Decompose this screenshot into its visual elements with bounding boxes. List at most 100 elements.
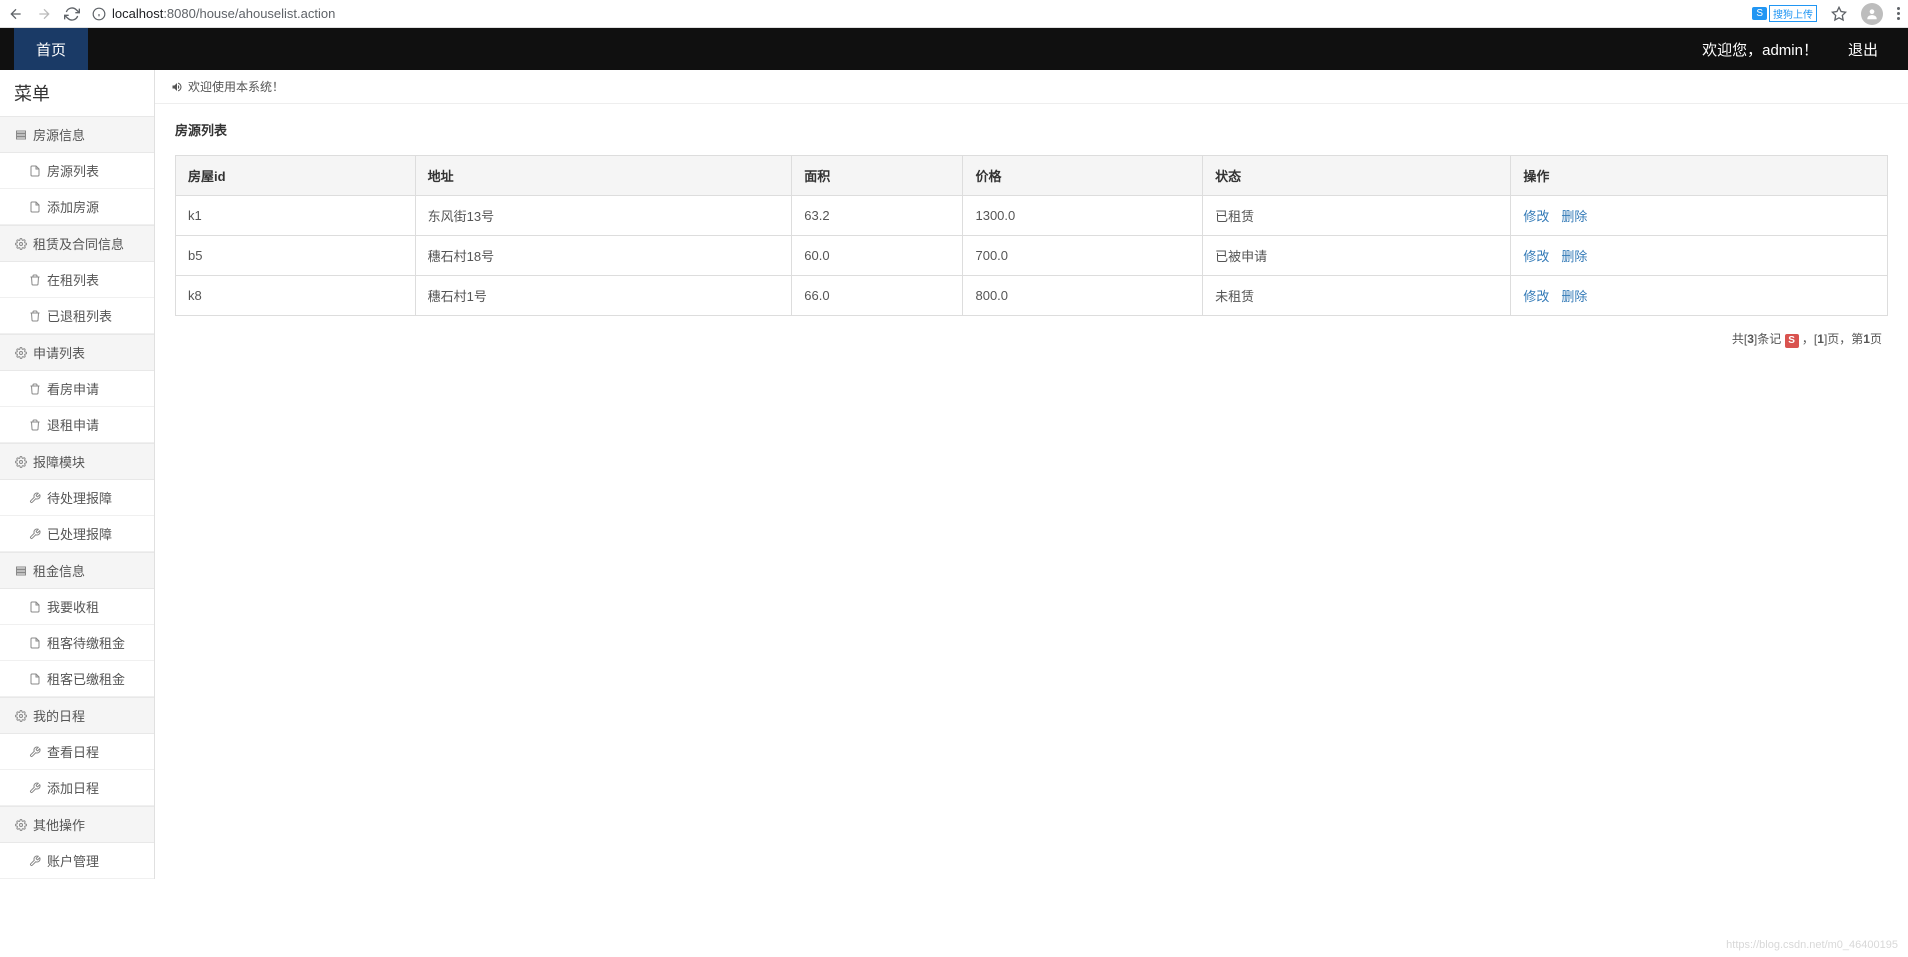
table-cell-actions: 修改删除 xyxy=(1511,236,1888,276)
welcome-message: 欢迎使用本系统！ xyxy=(188,78,284,95)
menu-item-label: 租客待缴租金 xyxy=(47,633,125,652)
menu-item[interactable]: 待处理报障 xyxy=(0,480,154,516)
trash-icon xyxy=(28,418,41,431)
menu-item[interactable]: 已退租列表 xyxy=(0,298,154,334)
info-icon xyxy=(92,7,106,21)
file-icon xyxy=(28,672,41,685)
table-header: 价格 xyxy=(963,156,1203,196)
menu-item-label: 在租列表 xyxy=(47,270,99,289)
menu-item[interactable]: 查看日程 xyxy=(0,734,154,770)
profile-avatar[interactable] xyxy=(1861,3,1883,25)
menu-item[interactable]: 看房申请 xyxy=(0,371,154,407)
menu-group[interactable]: 我的日程 xyxy=(0,697,154,734)
table-cell: 63.2 xyxy=(792,196,963,236)
table-cell: 800.0 xyxy=(963,276,1203,316)
pagination: 共[3]条记 S ，[1]页，第1页 xyxy=(175,316,1888,362)
sidebar-title: 菜单 xyxy=(0,70,154,116)
edit-link[interactable]: 修改 xyxy=(1523,209,1549,224)
menu-group[interactable]: 报障模块 xyxy=(0,443,154,480)
table-header: 面积 xyxy=(792,156,963,196)
table-row: b5穗石村18号60.0700.0已被申请修改删除 xyxy=(176,236,1888,276)
menu-item[interactable]: 在租列表 xyxy=(0,262,154,298)
menu-item[interactable]: 添加房源 xyxy=(0,189,154,225)
welcome-bar: 欢迎使用本系统！ xyxy=(155,70,1908,104)
table-cell: 66.0 xyxy=(792,276,963,316)
welcome-text: 欢迎您，admin！ xyxy=(1702,39,1818,60)
menu-group-label: 其他操作 xyxy=(33,815,85,834)
file-icon xyxy=(28,636,41,649)
wrench-icon xyxy=(28,781,41,794)
edit-link[interactable]: 修改 xyxy=(1523,249,1549,264)
back-button[interactable] xyxy=(8,6,24,22)
house-table: 房屋id地址面积价格状态操作 k1东风街13号63.21300.0已租赁修改删除… xyxy=(175,155,1888,316)
menu-item-label: 已退租列表 xyxy=(47,306,112,325)
menu-item-label: 租客已缴租金 xyxy=(47,669,125,688)
panel-title: 房源列表 xyxy=(175,120,1888,139)
menu-item[interactable]: 已处理报障 xyxy=(0,516,154,552)
table-cell: 已被申请 xyxy=(1203,236,1511,276)
delete-link[interactable]: 删除 xyxy=(1561,209,1587,224)
menu-item-label: 账户管理 xyxy=(47,851,99,870)
delete-link[interactable]: 删除 xyxy=(1561,289,1587,304)
reload-button[interactable] xyxy=(64,6,80,22)
menu-group[interactable]: 其他操作 xyxy=(0,806,154,843)
extension-badge[interactable]: S 搜狗上传 xyxy=(1752,5,1817,22)
list-icon xyxy=(14,564,27,577)
edit-link[interactable]: 修改 xyxy=(1523,289,1549,304)
bookmark-icon[interactable] xyxy=(1831,6,1847,22)
table-row: k8穗石村1号66.0800.0未租赁修改删除 xyxy=(176,276,1888,316)
pagination-badge: S xyxy=(1785,334,1799,348)
browser-toolbar: localhost:8080/house/ahouselist.action S… xyxy=(0,0,1908,28)
table-cell: k1 xyxy=(176,196,416,236)
menu-item[interactable]: 账户管理 xyxy=(0,843,154,879)
menu-group[interactable]: 租赁及合同信息 xyxy=(0,225,154,262)
gear-icon xyxy=(14,709,27,722)
table-cell-actions: 修改删除 xyxy=(1511,196,1888,236)
menu-item-label: 添加日程 xyxy=(47,778,99,797)
trash-icon xyxy=(28,309,41,322)
menu-item-label: 查看日程 xyxy=(47,742,99,761)
menu-item-label: 我要收租 xyxy=(47,597,99,616)
sidebar: 菜单 房源信息房源列表添加房源租赁及合同信息在租列表已退租列表申请列表看房申请退… xyxy=(0,70,155,879)
table-cell: 未租赁 xyxy=(1203,276,1511,316)
browser-menu-icon[interactable] xyxy=(1897,7,1900,20)
address-bar[interactable]: localhost:8080/house/ahouselist.action xyxy=(92,6,1740,21)
table-cell: 穗石村1号 xyxy=(415,276,792,316)
file-icon xyxy=(28,600,41,613)
table-header: 房屋id xyxy=(176,156,416,196)
menu-item[interactable]: 我要收租 xyxy=(0,589,154,625)
table-cell: k8 xyxy=(176,276,416,316)
url-host: localhost xyxy=(112,6,163,21)
table-cell: 穗石村18号 xyxy=(415,236,792,276)
menu-group-label: 房源信息 xyxy=(33,125,85,144)
forward-button[interactable] xyxy=(36,6,52,22)
menu-item-label: 看房申请 xyxy=(47,379,99,398)
menu-group[interactable]: 租金信息 xyxy=(0,552,154,589)
menu-group-label: 我的日程 xyxy=(33,706,85,725)
menu-group-label: 申请列表 xyxy=(33,343,85,362)
url-port: :8080 xyxy=(163,6,196,21)
menu-item-label: 待处理报障 xyxy=(47,488,112,507)
wrench-icon xyxy=(28,745,41,758)
volume-icon xyxy=(171,81,183,93)
gear-icon xyxy=(14,346,27,359)
menu-item[interactable]: 租客待缴租金 xyxy=(0,625,154,661)
menu-item-label: 房源列表 xyxy=(47,161,99,180)
list-icon xyxy=(14,128,27,141)
menu-item-label: 添加房源 xyxy=(47,197,99,216)
menu-group[interactable]: 申请列表 xyxy=(0,334,154,371)
menu-item-label: 退租申请 xyxy=(47,415,99,434)
file-icon xyxy=(28,200,41,213)
logout-link[interactable]: 退出 xyxy=(1848,39,1878,60)
menu-item[interactable]: 添加日程 xyxy=(0,770,154,806)
menu-item[interactable]: 房源列表 xyxy=(0,153,154,189)
home-button[interactable]: 首页 xyxy=(14,28,88,70)
menu-item[interactable]: 租客已缴租金 xyxy=(0,661,154,697)
delete-link[interactable]: 删除 xyxy=(1561,249,1587,264)
table-cell: 1300.0 xyxy=(963,196,1203,236)
table-cell-actions: 修改删除 xyxy=(1511,276,1888,316)
menu-item[interactable]: 退租申请 xyxy=(0,407,154,443)
table-cell: 已租赁 xyxy=(1203,196,1511,236)
gear-icon xyxy=(14,818,27,831)
menu-group[interactable]: 房源信息 xyxy=(0,116,154,153)
